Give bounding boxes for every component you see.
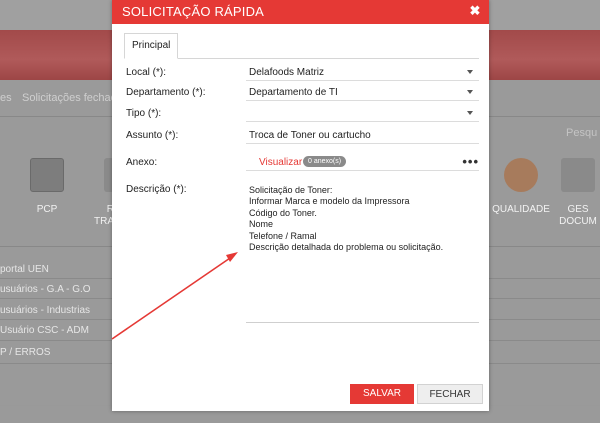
save-button[interactable]: SALVAR xyxy=(350,384,414,404)
descricao-label: Descrição (*): xyxy=(126,184,187,195)
chevron-down-icon xyxy=(467,70,473,74)
list-item[interactable]: portal UEN xyxy=(0,264,49,275)
tab-bar: Principal xyxy=(112,24,489,59)
departamento-select[interactable]: Departamento de TI xyxy=(246,84,479,101)
local-select[interactable]: Delafoods Matriz xyxy=(246,64,479,81)
anexo-label: Anexo: xyxy=(126,157,158,168)
assunto-label: Assunto (*): xyxy=(126,130,179,141)
assunto-input[interactable]: Troca de Toner ou cartucho xyxy=(246,127,479,144)
tile-label-2: DOCUM xyxy=(559,216,597,227)
tile-label: GES xyxy=(567,204,589,215)
tab-principal[interactable]: Principal xyxy=(124,33,179,59)
assunto-value: Troca de Toner ou cartucho xyxy=(249,130,371,141)
anexo-field: Visualizar 0 anexo(s) ••• xyxy=(246,151,479,171)
modal-title: SOLICITAÇÃO RÁPIDA xyxy=(122,4,265,19)
notepad-icon xyxy=(30,158,64,192)
chevron-down-icon xyxy=(467,90,473,94)
descricao-textarea[interactable]: Solicitação de Toner: Informar Marca e m… xyxy=(246,181,479,323)
close-button[interactable]: FECHAR xyxy=(417,384,483,404)
list-item[interactable]: Usuário CSC - ADM xyxy=(0,325,89,336)
tile-partial[interactable]: R TRA xyxy=(70,150,114,228)
search-input[interactable]: Pesqu xyxy=(566,127,597,139)
attachment-count-badge: 0 anexo(s) xyxy=(303,156,347,167)
list-item[interactable]: P / ERROS xyxy=(0,347,50,358)
local-label: Local (*): xyxy=(126,67,167,78)
more-options-icon[interactable]: ••• xyxy=(462,154,479,169)
list-item[interactable]: usuários - G.A - G.O xyxy=(0,284,91,295)
breadcrumb-closed-requests[interactable]: Solicitações fechad xyxy=(22,92,117,104)
tile-label: R xyxy=(106,204,114,215)
departamento-value: Departamento de TI xyxy=(249,87,338,98)
close-icon[interactable]: ✖ xyxy=(467,3,483,19)
tile-label-2: TRA xyxy=(94,216,114,227)
departamento-label: Departamento (*): xyxy=(126,87,206,98)
modal-header: SOLICITAÇÃO RÁPIDA ✖ xyxy=(112,0,489,24)
tile-gestao[interactable]: GES DOCUM xyxy=(548,150,600,228)
medal-icon xyxy=(504,158,538,192)
tipo-select[interactable] xyxy=(246,105,479,122)
breadcrumb-left[interactable]: es xyxy=(0,92,12,104)
chevron-down-icon xyxy=(467,111,473,115)
quick-request-modal: SOLICITAÇÃO RÁPIDA ✖ Principal Local (*)… xyxy=(112,0,489,411)
tipo-label: Tipo (*): xyxy=(126,108,162,119)
list-item[interactable]: usuários - Industrias xyxy=(0,305,90,316)
local-value: Delafoods Matriz xyxy=(249,67,325,78)
document-icon xyxy=(561,158,595,192)
visualizar-link[interactable]: Visualizar xyxy=(259,157,302,168)
